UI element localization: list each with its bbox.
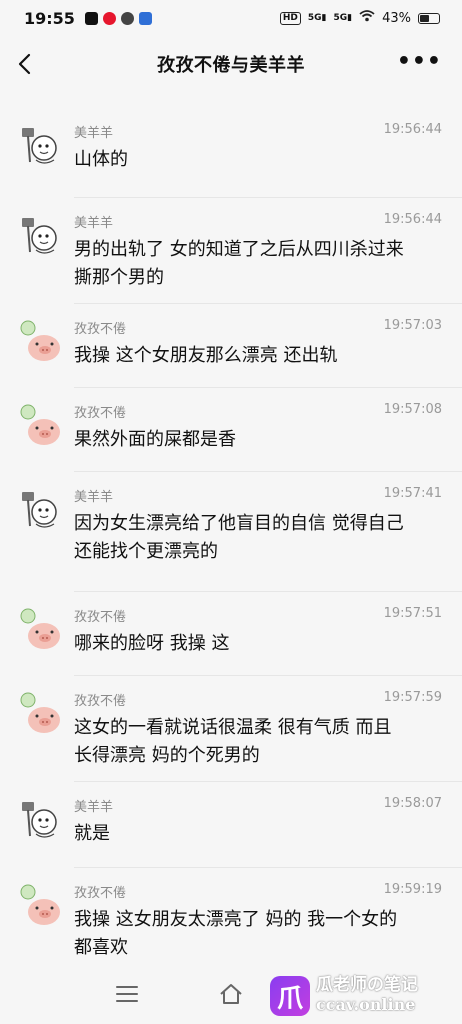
message-divider xyxy=(74,471,462,472)
sender-name: 孜孜不倦 xyxy=(74,322,127,337)
tiktok-icon xyxy=(84,11,98,25)
watermark-logo: 爪 xyxy=(270,976,310,1016)
sheep-avatar-icon xyxy=(16,796,64,844)
message-text-line: 就是 xyxy=(74,823,110,844)
bottom-nav-bar: 爪 瓜老师の笔记 ccav.online xyxy=(0,970,462,1024)
message-timestamp: 19:57:51 xyxy=(383,606,442,621)
more-dots-icon[interactable]: ••• xyxy=(397,50,442,74)
message-divider xyxy=(74,867,462,868)
menu-icon[interactable] xyxy=(116,986,138,1004)
message-text-line: 我操 这女朋友太漂亮了 妈的 我一个女的 xyxy=(74,909,398,930)
sheep-avatar-icon xyxy=(16,486,64,534)
home-icon[interactable] xyxy=(218,982,244,1006)
chat-bubble-icon xyxy=(120,11,134,25)
message-text-line: 我操 这个女朋友那么漂亮 还出轨 xyxy=(74,345,338,366)
wifi-icon xyxy=(359,10,375,26)
message-timestamp: 19:56:44 xyxy=(383,122,442,137)
battery-icon xyxy=(418,12,440,24)
message-divider xyxy=(74,303,462,304)
message-text: 果然外面的屎都是香 xyxy=(74,426,442,454)
message-divider xyxy=(74,591,462,592)
message-divider xyxy=(74,197,462,198)
message-timestamp: 19:57:03 xyxy=(383,318,442,333)
message-divider xyxy=(74,387,462,388)
back-arrow-icon[interactable] xyxy=(14,50,38,78)
message-text-line: 山体的 xyxy=(74,149,128,170)
hd-icon: HD xyxy=(279,11,301,25)
message-text: 山体的 xyxy=(74,146,442,174)
sender-name: 美羊羊 xyxy=(74,216,114,231)
message-text: 因为女生漂亮给了他盲目的自信 觉得自己 还能找个更漂亮的 xyxy=(74,510,442,566)
sheep-avatar-icon xyxy=(16,212,64,260)
status-bar: 19:55 HD 5G▮ 5G▮ 43% xyxy=(0,0,462,36)
signal-icon-2: 5G▮ xyxy=(333,12,353,23)
sender-name: 美羊羊 xyxy=(74,800,114,815)
pig-avatar-icon xyxy=(16,606,64,654)
message-text-line: 男的出轨了 女的知道了之后从四川杀过来 xyxy=(74,239,404,260)
sender-name: 孜孜不倦 xyxy=(74,694,127,709)
sender-name: 美羊羊 xyxy=(74,490,114,505)
sender-name: 孜孜不倦 xyxy=(74,610,127,625)
message-text: 就是 xyxy=(74,820,442,848)
message-text-line: 果然外面的屎都是香 xyxy=(74,429,236,450)
weibo-icon xyxy=(102,11,116,25)
message-text: 男的出轨了 女的知道了之后从四川杀过来 撕那个男的 xyxy=(74,236,442,292)
pig-avatar-icon xyxy=(16,882,64,930)
pig-avatar-icon xyxy=(16,690,64,738)
chat-title: 孜孜不倦与美羊羊 xyxy=(157,55,305,76)
message-timestamp: 19:57:59 xyxy=(383,690,442,705)
message-text: 这女的一看就说话很温柔 很有气质 而且 长得漂亮 妈的个死男的 xyxy=(74,714,442,770)
message-timestamp: 19:57:41 xyxy=(383,486,442,501)
message-text-line: 哪来的脸呀 我操 这 xyxy=(74,633,230,654)
message-text: 哪来的脸呀 我操 这 xyxy=(74,630,442,658)
sender-name: 美羊羊 xyxy=(74,126,114,141)
battery-percent: 43% xyxy=(382,10,411,26)
message-divider xyxy=(74,781,462,782)
notification-icons xyxy=(84,11,152,25)
message-divider xyxy=(74,675,462,676)
signal-icon-1: 5G▮ xyxy=(307,12,327,23)
message-text-line: 长得漂亮 妈的个死男的 xyxy=(74,745,260,766)
pig-avatar-icon xyxy=(16,318,64,366)
sheep-avatar-icon xyxy=(16,122,64,170)
watermark-text: 瓜老师の笔记 ccav.online xyxy=(316,975,418,1015)
message-text-line: 撕那个男的 xyxy=(74,267,164,288)
message-timestamp: 19:59:19 xyxy=(383,882,442,897)
app-notification-icon xyxy=(138,11,152,25)
sender-name: 孜孜不倦 xyxy=(74,886,127,901)
status-time: 19:55 xyxy=(24,8,75,28)
message-text-line: 还能找个更漂亮的 xyxy=(74,541,218,562)
message-timestamp: 19:58:07 xyxy=(383,796,442,811)
message-text-line: 都喜欢 xyxy=(74,937,128,958)
message-text-line: 这女的一看就说话很温柔 很有气质 而且 xyxy=(74,717,392,738)
message-text-line: 因为女生漂亮给了他盲目的自信 觉得自己 xyxy=(74,513,404,534)
message-timestamp: 19:57:08 xyxy=(383,402,442,417)
chat-header: 孜孜不倦与美羊羊 ••• xyxy=(0,36,462,92)
message-text: 我操 这女朋友太漂亮了 妈的 我一个女的 都喜欢 xyxy=(74,906,442,962)
message-timestamp: 19:56:44 xyxy=(383,212,442,227)
message-text: 我操 这个女朋友那么漂亮 还出轨 xyxy=(74,342,442,370)
pig-avatar-icon xyxy=(16,402,64,450)
sender-name: 孜孜不倦 xyxy=(74,406,127,421)
